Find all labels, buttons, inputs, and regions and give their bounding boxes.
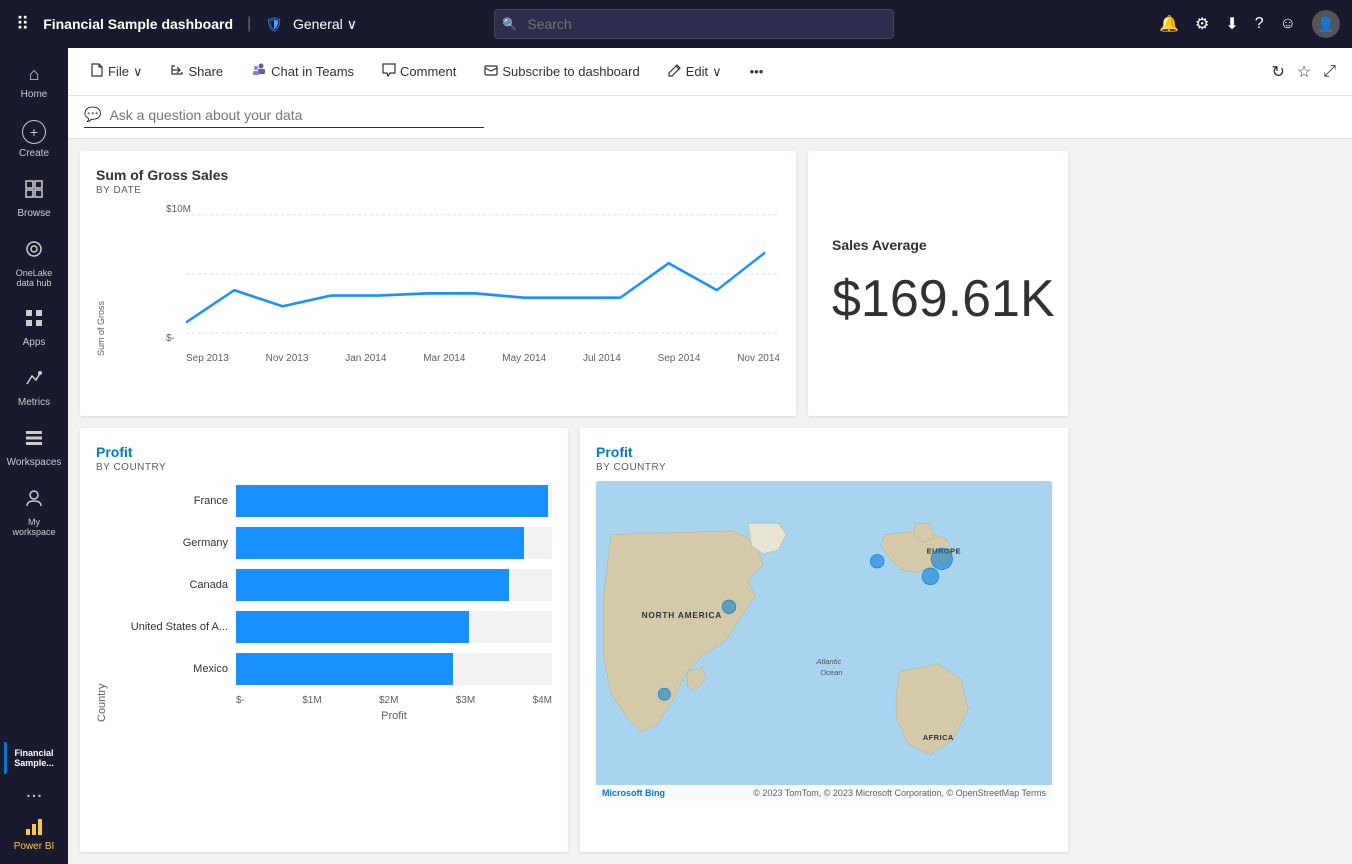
chart-inner: $10M $- <box>136 204 780 364</box>
svg-text:AFRICA: AFRICA <box>923 732 954 741</box>
sidebar-item-onelake[interactable]: OneLakedata hub <box>4 231 64 296</box>
bar-chart-card: Profit BY COUNTRY Country France <box>80 428 568 853</box>
search-input[interactable] <box>494 9 894 39</box>
comment-button[interactable]: Comment <box>376 59 462 84</box>
comment-icon <box>382 63 396 80</box>
fullscreen-icon[interactable]: ⤢ <box>1323 63 1336 81</box>
share-icon <box>170 63 184 80</box>
workspace-selector[interactable]: General ∨ <box>293 16 357 33</box>
settings-icon[interactable]: ⚙ <box>1195 14 1209 34</box>
home-icon: ⌂ <box>29 64 40 85</box>
bar-chart-area: Country France Germany <box>96 485 552 722</box>
favorite-icon[interactable]: ☆ <box>1297 62 1311 82</box>
top-row: Sum of Gross Sales BY DATE Sum of Gross … <box>80 151 1068 416</box>
sidebar-item-workspaces[interactable]: Workspaces <box>4 420 64 476</box>
sidebar-item-apps[interactable]: Apps <box>4 300 64 356</box>
sidebar-item-browse[interactable]: Browse <box>4 171 64 227</box>
map-footer: Microsoft Bing © 2023 TomTom, © 2023 Mic… <box>596 785 1052 801</box>
topbar: ⠿ Financial Sample dashboard | 🛡 General… <box>0 0 1352 48</box>
toolbar: File ∨ Share Chat in Teams Comment <box>68 48 1352 96</box>
map-subtitle: BY COUNTRY <box>596 462 1052 473</box>
teams-icon <box>251 62 267 81</box>
bar-chart-title: Profit <box>96 444 552 460</box>
line-chart-card: Sum of Gross Sales BY DATE Sum of Gross … <box>80 151 796 416</box>
subscribe-button[interactable]: Subscribe to dashboard <box>478 59 645 84</box>
x-axis-labels: Sep 2013 Nov 2013 Jan 2014 Mar 2014 May … <box>186 353 780 364</box>
sidebar-more-icon[interactable]: ... <box>26 780 43 803</box>
share-button[interactable]: Share <box>164 59 229 84</box>
sales-average-card: Sales Average $169.61K <box>808 151 1068 416</box>
sidebar-item-myworkspace[interactable]: Myworkspace <box>4 480 64 545</box>
bar-row-canada: Canada <box>108 569 552 601</box>
bar-row-mexico: Mexico <box>108 653 552 685</box>
workspaces-icon <box>24 428 44 453</box>
bar-x-axis: $- $1M $2M $3M $4M <box>236 695 552 706</box>
svg-text:Ocean: Ocean <box>820 668 842 677</box>
feedback-icon[interactable]: ☺ <box>1280 15 1296 33</box>
sidebar-item-home[interactable]: ⌂ Home <box>4 56 64 108</box>
file-button[interactable]: File ∨ <box>84 59 148 84</box>
bar-chart-subtitle: BY COUNTRY <box>96 462 552 473</box>
bar-row-france: France <box>108 485 552 517</box>
ask-icon: 💬 <box>84 106 101 123</box>
bottom-row: Profit BY COUNTRY Country France <box>80 428 1068 853</box>
sales-avg-value: $169.61K <box>832 269 1055 329</box>
refresh-icon[interactable]: ↻ <box>1271 62 1284 82</box>
create-icon: + <box>22 120 46 144</box>
powerbi-branding: Power BI <box>14 815 55 852</box>
sales-avg-title: Sales Average <box>832 237 927 253</box>
sidebar-item-financial[interactable]: Financial Sample... <box>4 740 64 776</box>
notifications-icon[interactable]: 🔔 <box>1159 14 1179 34</box>
apps-grid-icon[interactable]: ⠿ <box>12 10 33 39</box>
dashboard: Sum of Gross Sales BY DATE Sum of Gross … <box>68 139 1352 864</box>
download-icon[interactable]: ⬇ <box>1225 14 1238 34</box>
map-svg: NORTH AMERICA EUROPE Atlantic Ocean AFRI… <box>596 481 1052 801</box>
edit-button[interactable]: Edit ∨ <box>662 59 728 84</box>
more-button[interactable]: ••• <box>744 60 770 83</box>
app-title: Financial Sample dashboard <box>43 16 233 32</box>
search-bar: 🔍 <box>494 9 894 39</box>
myworkspace-icon <box>24 488 44 513</box>
bar-y-axis-label: Country <box>96 485 108 722</box>
help-icon[interactable]: ? <box>1255 15 1264 33</box>
subscribe-icon <box>484 63 498 80</box>
bar-row-germany: Germany <box>108 527 552 559</box>
line-chart-subtitle: BY DATE <box>96 185 780 196</box>
ask-question-bar: 💬 <box>68 96 1352 139</box>
apps-icon <box>24 308 44 333</box>
onelake-icon <box>24 239 44 264</box>
main-layout: ⌂ Home + Create Browse OneLakedata hub A… <box>0 48 1352 864</box>
sidebar-item-create[interactable]: + Create <box>4 112 64 167</box>
shield-icon: 🛡 <box>265 16 283 33</box>
sidebar-item-metrics[interactable]: Metrics <box>4 360 64 416</box>
map-area: NORTH AMERICA EUROPE Atlantic Ocean AFRI… <box>596 481 1052 801</box>
avatar[interactable]: 👤 <box>1312 10 1340 38</box>
search-icon: 🔍 <box>502 17 517 31</box>
y-axis-label: Sum of Gross <box>96 204 106 364</box>
ask-question-input[interactable] <box>109 107 484 123</box>
bar-row-usa: United States of A... <box>108 611 552 643</box>
map-card: Profit BY COUNTRY <box>580 428 1068 853</box>
browse-icon <box>24 179 44 204</box>
toolbar-right: ↻ ☆ ⤢ <box>1271 62 1336 82</box>
svg-text:NORTH AMERICA: NORTH AMERICA <box>642 610 723 620</box>
line-chart-svg <box>186 204 780 344</box>
content-area: File ∨ Share Chat in Teams Comment <box>68 48 1352 864</box>
file-icon <box>90 63 104 80</box>
bing-logo: Microsoft Bing <box>602 788 665 798</box>
bar-rows-container: France Germany <box>108 485 552 722</box>
metrics-icon <box>24 368 44 393</box>
sidebar: ⌂ Home + Create Browse OneLakedata hub A… <box>0 48 68 864</box>
edit-icon <box>668 63 682 80</box>
topbar-actions: 🔔 ⚙ ⬇ ? ☺ 👤 <box>1159 10 1340 38</box>
powerbi-icon <box>22 815 46 839</box>
map-title: Profit <box>596 444 1052 460</box>
chat-in-teams-button[interactable]: Chat in Teams <box>245 58 360 85</box>
svg-text:Atlantic: Atlantic <box>815 656 841 665</box>
bar-x-axis-label: Profit <box>236 710 552 722</box>
line-chart-title: Sum of Gross Sales <box>96 167 780 183</box>
